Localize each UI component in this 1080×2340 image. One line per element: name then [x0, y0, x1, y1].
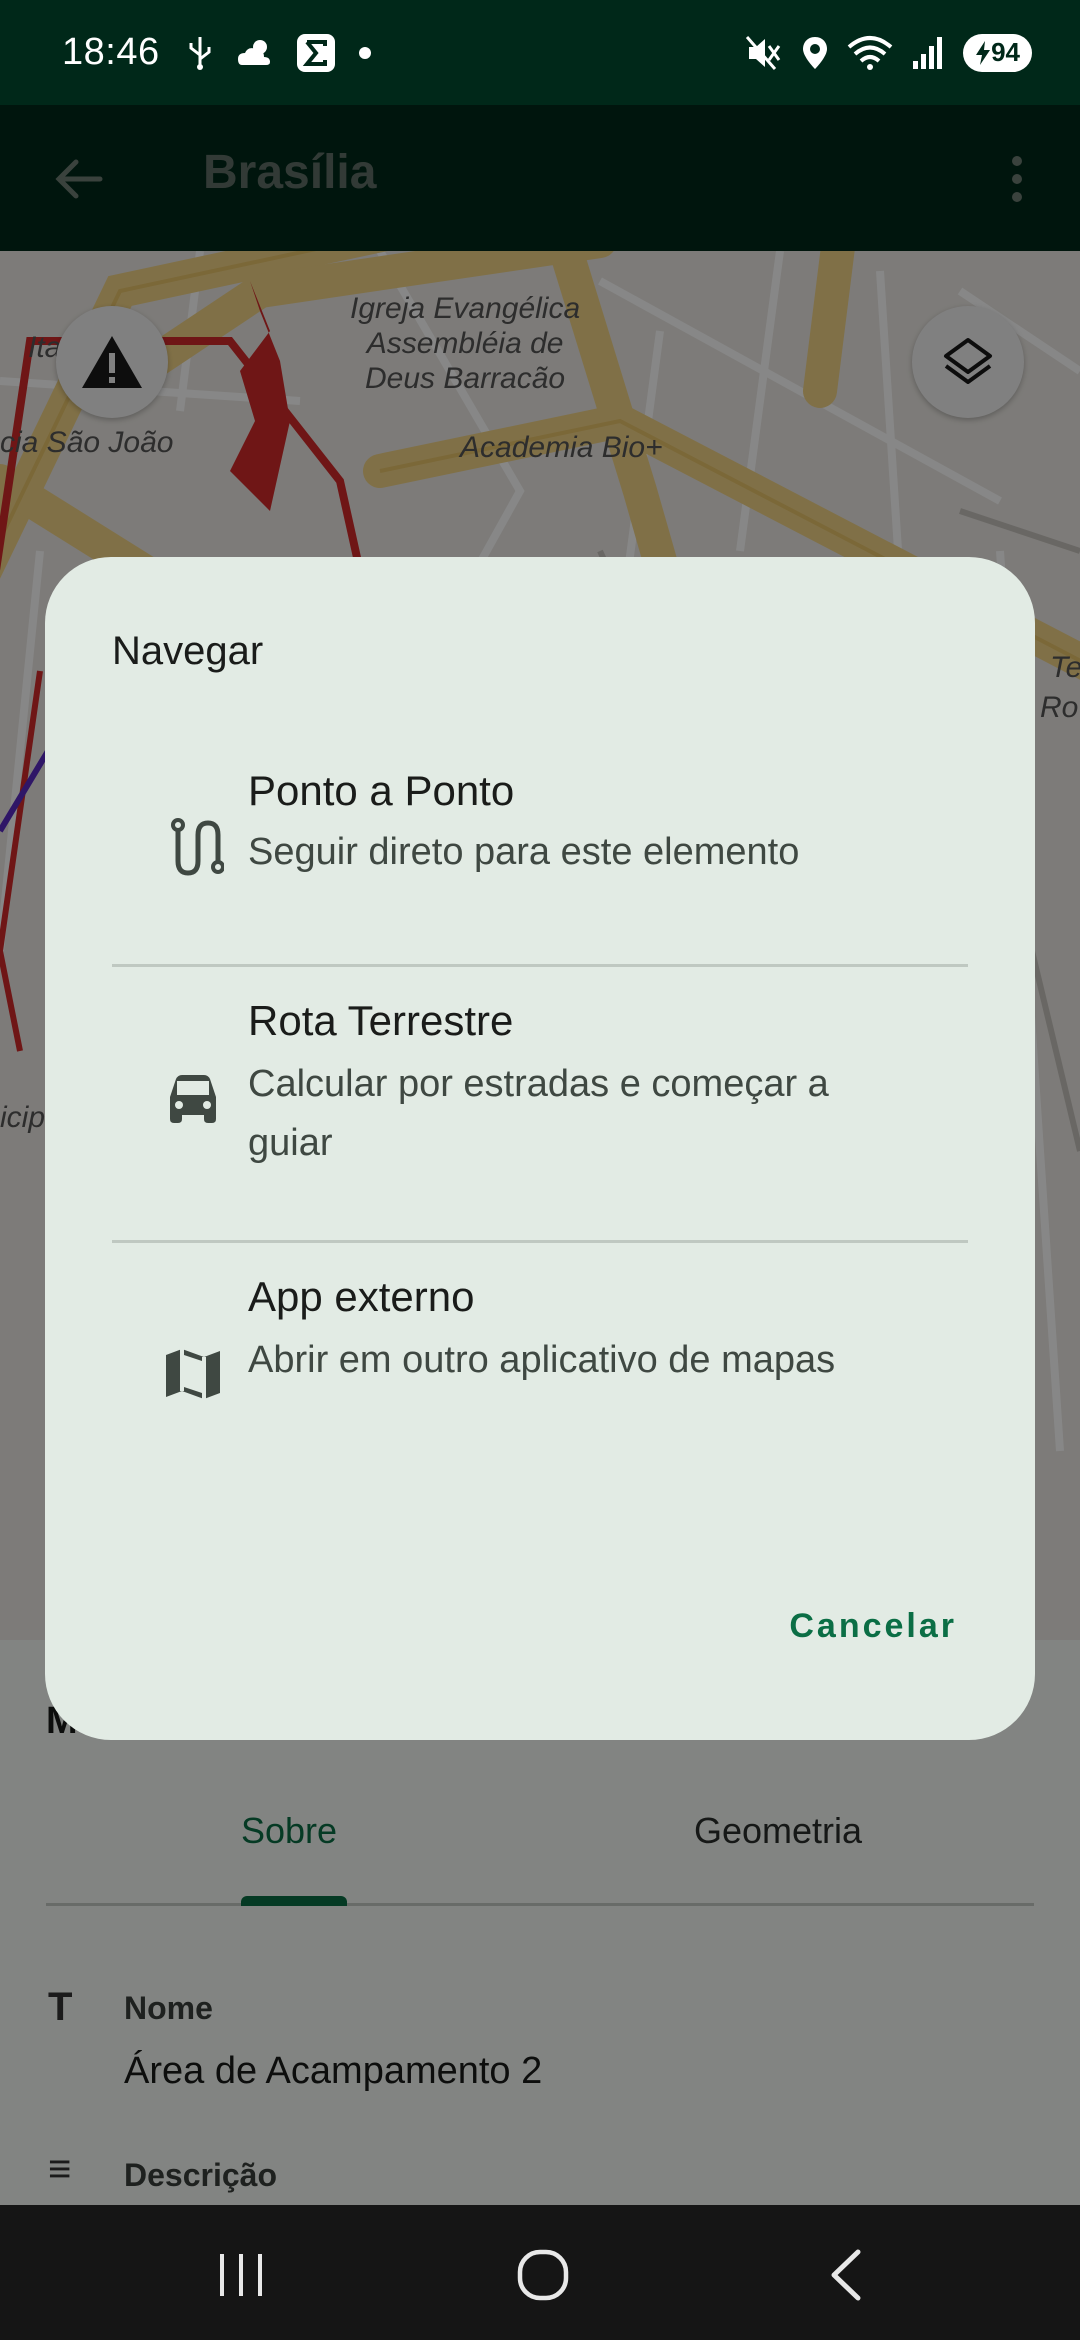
battery-level: 94 [991, 37, 1020, 67]
option-title: Rota Terrestre [248, 997, 514, 1044]
recent-apps-icon[interactable] [206, 2240, 276, 2310]
location-icon [803, 36, 828, 69]
back-icon[interactable] [812, 2240, 882, 2310]
status-left-icons [186, 33, 372, 73]
option-ponto-a-ponto[interactable]: Ponto a Ponto Seguir direto para este el… [112, 767, 968, 967]
system-nav-bar [0, 2205, 1080, 2340]
option-description: Abrir em outro aplicativo de mapas [248, 1339, 836, 1381]
divider [112, 964, 968, 967]
dialog-title: Navegar [112, 629, 264, 673]
navigate-dialog: Navegar Ponto a Ponto Seguir direto para… [45, 557, 1035, 1740]
option-rota-terrestre[interactable]: Rota Terrestre Calcular por estradas e c… [112, 997, 968, 1227]
usb-icon [189, 36, 211, 70]
map-icon [166, 1349, 220, 1399]
weather-icon [237, 39, 270, 65]
dot-icon [358, 46, 371, 59]
option-app-externo[interactable]: App externo Abrir em outro aplicativo de… [112, 1273, 968, 1503]
status-time: 18:46 [62, 31, 160, 73]
home-icon[interactable] [508, 2240, 578, 2310]
car-icon [170, 1075, 216, 1123]
signal-icon [913, 36, 943, 69]
status-right-icons: 94 [745, 33, 1032, 72]
option-description: Seguir direto para este elemento [248, 831, 800, 873]
wifi-icon [847, 35, 893, 70]
mute-icon [745, 35, 781, 70]
sigma-app-icon [296, 33, 335, 72]
option-title: Ponto a Ponto [248, 767, 515, 814]
route-icon [171, 818, 224, 876]
battery-indicator: 94 [963, 33, 1032, 72]
status-bar: 18:46 94 [0, 0, 1080, 105]
charging-icon [976, 40, 991, 65]
divider [112, 1240, 968, 1243]
option-title: App externo [248, 1273, 475, 1320]
cancel-button[interactable]: Cancelar [789, 1607, 957, 1646]
option-description: Calcular por estradas e começar a guiar [248, 1063, 829, 1164]
